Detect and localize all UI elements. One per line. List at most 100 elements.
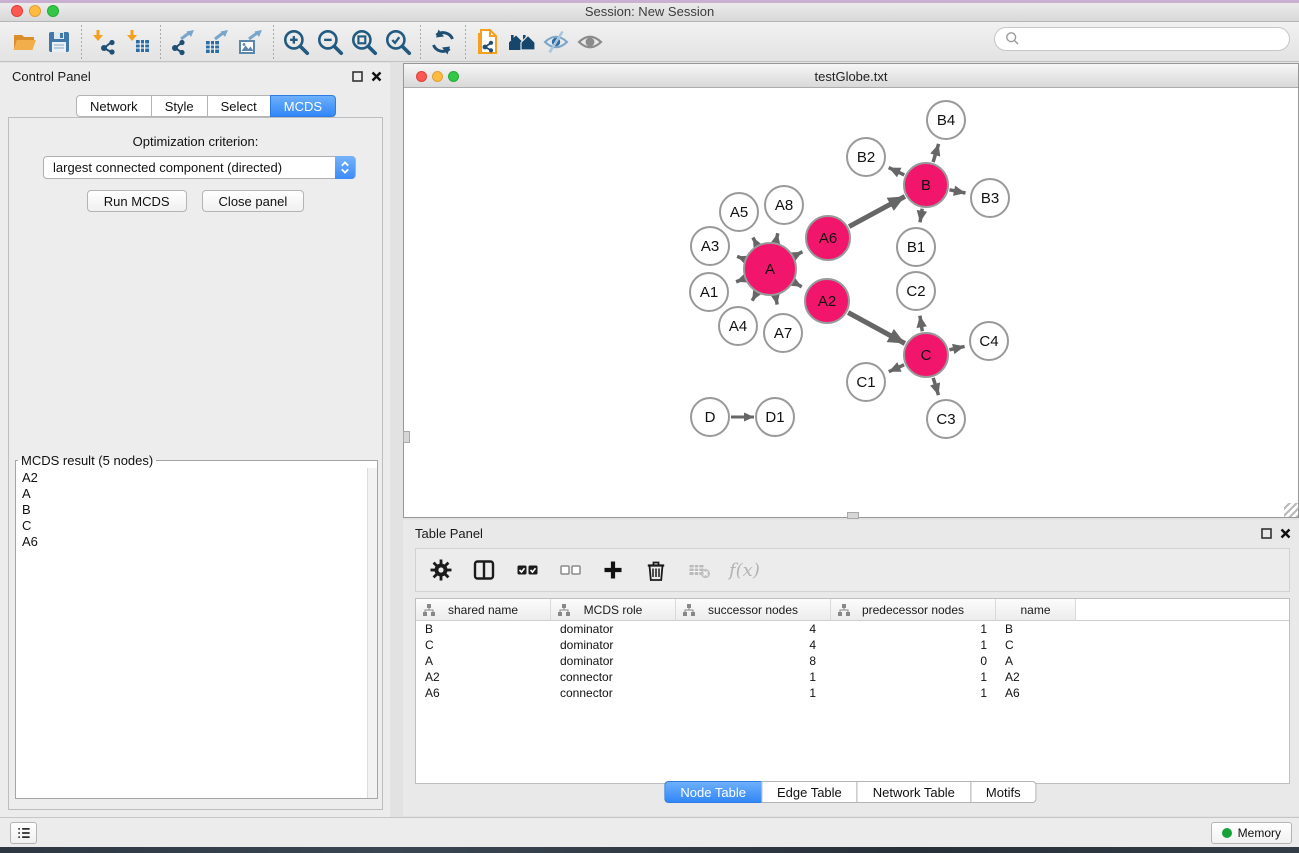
table-cell[interactable]: 1 bbox=[831, 622, 996, 636]
table-row[interactable]: A2connector11A2 bbox=[416, 669, 1289, 685]
table-cell[interactable]: 1 bbox=[831, 638, 996, 652]
table-cell[interactable]: 8 bbox=[676, 654, 831, 668]
table-cell[interactable]: 1 bbox=[831, 686, 996, 700]
graph-edge bbox=[889, 365, 904, 372]
table-cell[interactable]: 0 bbox=[831, 654, 996, 668]
zoom-selected-button[interactable] bbox=[381, 26, 415, 58]
table-cell[interactable]: A bbox=[996, 654, 1076, 668]
close-panel-icon[interactable] bbox=[371, 71, 382, 82]
node-table[interactable]: shared name MCDS role successor nodes pr… bbox=[415, 598, 1290, 784]
column-header-predecessor-nodes[interactable]: predecessor nodes bbox=[831, 599, 996, 621]
network-from-file-button[interactable] bbox=[471, 26, 505, 58]
table-cell[interactable]: B bbox=[416, 622, 551, 636]
column-header-mcds-role[interactable]: MCDS role bbox=[551, 599, 676, 621]
graph-edge bbox=[848, 313, 905, 344]
graph-node-label: D1 bbox=[765, 409, 784, 426]
table-cell[interactable]: B bbox=[996, 622, 1076, 636]
delete-row-button[interactable] bbox=[639, 554, 673, 586]
run-mcds-button[interactable]: Run MCDS bbox=[87, 190, 187, 212]
list-item[interactable]: A bbox=[22, 486, 367, 502]
import-network-button[interactable] bbox=[87, 26, 121, 58]
zoom-out-button[interactable] bbox=[313, 26, 347, 58]
table-cell[interactable]: 1 bbox=[831, 670, 996, 684]
float-table-panel-icon[interactable] bbox=[1261, 528, 1272, 539]
list-item[interactable]: A6 bbox=[22, 534, 367, 550]
table-cell[interactable]: 1 bbox=[676, 670, 831, 684]
table-row[interactable]: Adominator80A bbox=[416, 653, 1289, 669]
criterion-select[interactable]: largest connected component (directed) bbox=[43, 156, 356, 179]
list-item[interactable]: A2 bbox=[22, 470, 367, 486]
mcds-result-box: MCDS result (5 nodes) A2ABCA6 bbox=[15, 453, 378, 799]
tab-edge-table[interactable]: Edge Table bbox=[761, 781, 858, 803]
table-cell[interactable]: 1 bbox=[676, 686, 831, 700]
table-settings-button[interactable] bbox=[424, 554, 458, 586]
table-row[interactable]: Bdominator41B bbox=[416, 621, 1289, 637]
table-cell[interactable]: dominator bbox=[551, 622, 676, 636]
resize-grip-corner[interactable] bbox=[1284, 503, 1298, 517]
deselect-all-rows-button[interactable] bbox=[553, 554, 587, 586]
tab-node-table[interactable]: Node Table bbox=[664, 781, 762, 803]
import-table-button[interactable] bbox=[121, 26, 155, 58]
resize-grip-south[interactable] bbox=[847, 512, 859, 519]
tab-network-table[interactable]: Network Table bbox=[857, 781, 971, 803]
hierarchy-icon bbox=[838, 604, 850, 616]
network-window-titlebar[interactable]: testGlobe.txt bbox=[404, 64, 1298, 88]
export-table-button[interactable] bbox=[200, 26, 234, 58]
table-cell[interactable]: C bbox=[996, 638, 1076, 652]
graph-node-label: B3 bbox=[981, 190, 999, 207]
table-cell[interactable]: dominator bbox=[551, 654, 676, 668]
tab-motifs[interactable]: Motifs bbox=[970, 781, 1037, 803]
float-panel-icon[interactable] bbox=[352, 71, 363, 82]
delete-table-button[interactable] bbox=[682, 554, 716, 586]
table-cell[interactable]: A6 bbox=[996, 686, 1076, 700]
hierarchy-icon bbox=[558, 604, 570, 616]
search-input[interactable] bbox=[994, 27, 1290, 51]
show-all-button[interactable] bbox=[573, 26, 607, 58]
list-item[interactable]: C bbox=[22, 518, 367, 534]
column-header-successor-nodes[interactable]: successor nodes bbox=[676, 599, 831, 621]
graph-node-label: B1 bbox=[907, 239, 925, 256]
column-header-name[interactable]: name bbox=[996, 599, 1076, 621]
result-list-scrollbar[interactable] bbox=[367, 468, 377, 798]
table-cell[interactable]: 4 bbox=[676, 622, 831, 636]
manage-columns-button[interactable] bbox=[467, 554, 501, 586]
zoom-in-button[interactable] bbox=[279, 26, 313, 58]
list-item[interactable]: B bbox=[22, 502, 367, 518]
close-panel-button[interactable]: Close panel bbox=[202, 190, 305, 212]
table-cell[interactable]: C bbox=[416, 638, 551, 652]
table-cell[interactable]: connector bbox=[551, 670, 676, 684]
resize-grip-west[interactable] bbox=[403, 431, 410, 443]
tab-select[interactable]: Select bbox=[207, 95, 271, 117]
table-cell[interactable]: A2 bbox=[996, 670, 1076, 684]
table-cell[interactable]: connector bbox=[551, 686, 676, 700]
tab-style[interactable]: Style bbox=[151, 95, 208, 117]
tab-mcds[interactable]: MCDS bbox=[270, 95, 336, 117]
home-button[interactable] bbox=[505, 26, 539, 58]
save-session-button[interactable] bbox=[42, 26, 76, 58]
function-builder-button[interactable]: f(x) bbox=[729, 560, 760, 581]
task-list-button[interactable] bbox=[10, 822, 37, 844]
table-cell[interactable]: A2 bbox=[416, 670, 551, 684]
close-table-panel-icon[interactable] bbox=[1280, 528, 1291, 539]
table-cell[interactable]: A6 bbox=[416, 686, 551, 700]
refresh-view-button[interactable] bbox=[426, 26, 460, 58]
table-cell[interactable]: A bbox=[416, 654, 551, 668]
graph-edge bbox=[736, 279, 744, 282]
hide-selected-button[interactable] bbox=[539, 26, 573, 58]
export-image-button[interactable] bbox=[234, 26, 268, 58]
network-graph: AA1A2A3A4A5A6A7A8BB1B2B3B4CC1C2C3C4DD1 bbox=[404, 88, 1298, 517]
memory-button[interactable]: Memory bbox=[1211, 822, 1292, 844]
zoom-fit-button[interactable] bbox=[347, 26, 381, 58]
table-cell[interactable]: 4 bbox=[676, 638, 831, 652]
table-row[interactable]: Cdominator41C bbox=[416, 637, 1289, 653]
add-row-button[interactable] bbox=[596, 554, 630, 586]
export-network-button[interactable] bbox=[166, 26, 200, 58]
open-session-button[interactable] bbox=[8, 26, 42, 58]
graph-edge bbox=[849, 196, 905, 226]
table-cell[interactable]: dominator bbox=[551, 638, 676, 652]
select-all-rows-button[interactable] bbox=[510, 554, 544, 586]
table-row[interactable]: A6connector11A6 bbox=[416, 685, 1289, 701]
tab-network[interactable]: Network bbox=[76, 95, 152, 117]
network-canvas[interactable]: AA1A2A3A4A5A6A7A8BB1B2B3B4CC1C2C3C4DD1 bbox=[404, 88, 1298, 517]
column-header-shared-name[interactable]: shared name bbox=[416, 599, 551, 621]
